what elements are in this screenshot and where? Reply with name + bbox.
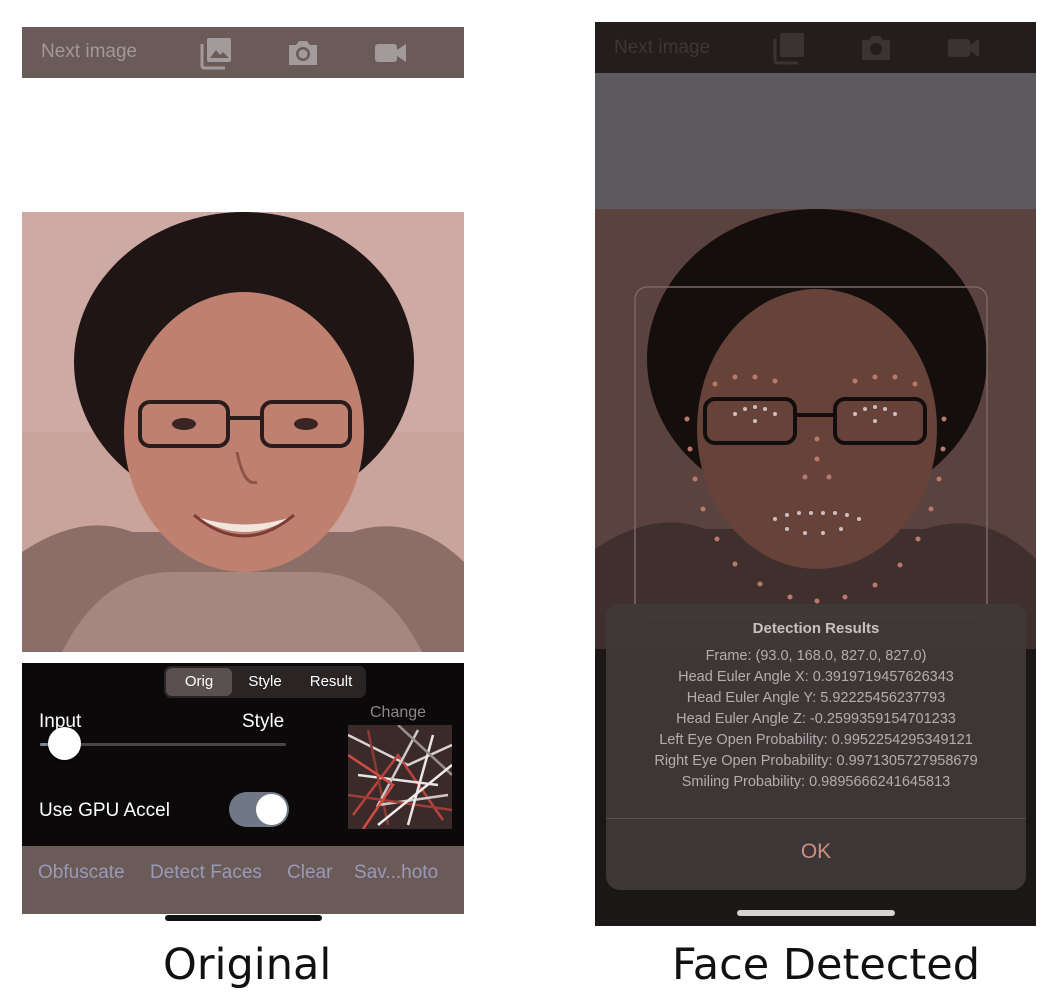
video-icon[interactable] — [372, 35, 408, 71]
original-caption: Original — [163, 940, 332, 990]
home-indicator — [737, 910, 895, 916]
alert-line-frame: Frame: (93.0, 168.0, 827.0, 827.0) — [705, 648, 927, 664]
top-toolbar: Next image — [22, 27, 464, 78]
portrait-image — [22, 212, 464, 652]
photo-library-icon — [773, 33, 804, 65]
alert-line-euler-z: Head Euler Angle Z: -0.2599359154701233 — [676, 711, 956, 727]
next-image-button[interactable]: Next image — [41, 41, 137, 63]
obfuscate-button[interactable]: Obfuscate — [38, 862, 125, 884]
gray-header-area — [595, 73, 1036, 209]
style-thumbnail-image[interactable] — [348, 725, 452, 829]
blend-slider-thumb[interactable] — [48, 727, 82, 760]
detect-faces-button[interactable]: Detect Faces — [150, 862, 262, 884]
bottom-action-bar: Obfuscate Detect Faces Clear Sav...hoto — [22, 846, 464, 914]
alert-divider — [606, 818, 1026, 819]
face-detected-caption: Face Detected — [672, 940, 981, 990]
segment-style[interactable]: Style — [232, 668, 298, 696]
gpu-accel-toggle-thumb — [256, 794, 287, 825]
portrait-with-landmarks — [595, 209, 1036, 649]
alert-line-euler-y: Head Euler Angle Y: 5.92225456237793 — [686, 690, 946, 706]
camera-icon — [862, 36, 890, 60]
gpu-accel-toggle[interactable] — [229, 792, 289, 827]
segment-result[interactable]: Result — [298, 668, 364, 696]
change-style-button[interactable]: Change — [370, 704, 426, 722]
clear-button[interactable]: Clear — [287, 862, 332, 884]
alert-title: Detection Results — [752, 620, 880, 637]
save-photo-button[interactable]: Sav...hoto — [354, 862, 438, 884]
camera-icon[interactable] — [285, 35, 321, 71]
alert-line-euler-x: Head Euler Angle X: 0.3919719457626343 — [678, 669, 954, 685]
gpu-accel-label: Use GPU Accel — [39, 800, 170, 821]
detection-results-alert: Detection Results Frame: (93.0, 168.0, 8… — [606, 604, 1026, 890]
view-segmented-control: Orig Style Result — [164, 666, 366, 698]
home-indicator — [165, 915, 322, 921]
alert-line-smiling: Smiling Probability: 0.9895666241645813 — [681, 774, 951, 790]
alert-line-left-eye: Left Eye Open Probability: 0.99522542953… — [659, 732, 973, 748]
photo-library-icon[interactable] — [198, 35, 234, 71]
segment-orig[interactable]: Orig — [166, 668, 232, 696]
alert-line-right-eye: Right Eye Open Probability: 0.9971305727… — [654, 753, 978, 769]
video-icon — [948, 39, 979, 57]
top-toolbar-dimmed: Next image — [595, 22, 1036, 73]
next-image-button-dimmed: Next image — [614, 37, 711, 58]
slider-style-label: Style — [242, 711, 285, 732]
alert-ok-button[interactable]: OK — [606, 840, 1026, 864]
style-controls-panel: Orig Style Result Input Style Change Use… — [22, 663, 464, 846]
